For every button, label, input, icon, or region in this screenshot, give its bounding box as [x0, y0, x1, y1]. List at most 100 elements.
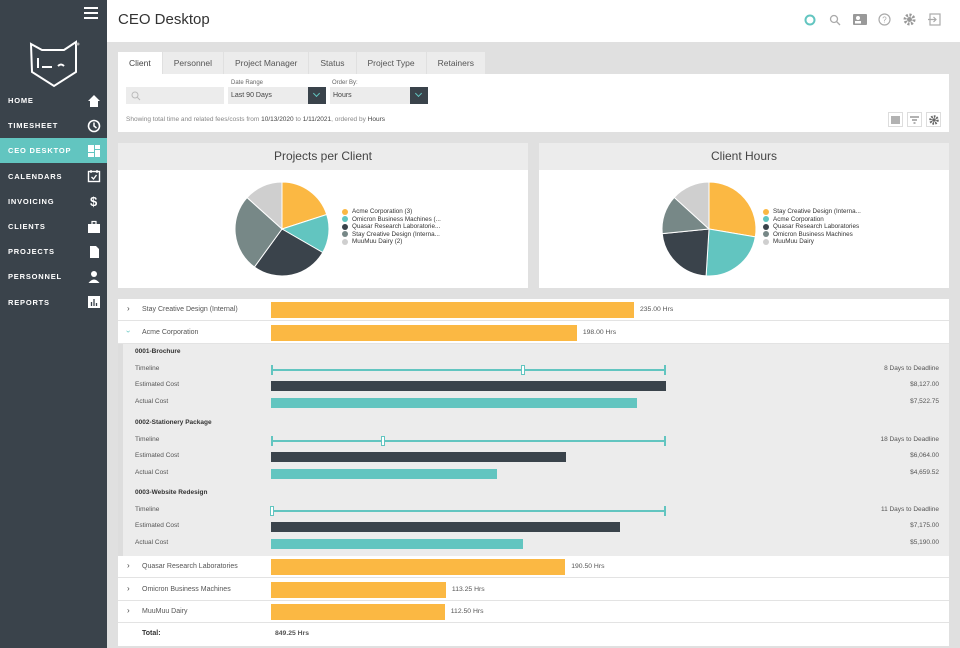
home-icon [87, 94, 101, 108]
pie-slice[interactable] [662, 229, 709, 276]
search-icon[interactable] [827, 12, 842, 27]
order-by-label: Order By: [332, 80, 358, 86]
tab-project-manager[interactable]: Project Manager [224, 52, 308, 74]
sidebar-item-reports[interactable]: REPORTS [0, 290, 107, 315]
actual-cost-value: $4,659.52 [910, 469, 939, 476]
legend-label: Omicron Business Machines [773, 231, 853, 239]
expand-chevron-icon[interactable]: › [127, 304, 130, 313]
sidebar-item-timesheet[interactable]: TIMESHEET [0, 113, 107, 138]
timeline-label: Timeline [135, 436, 159, 443]
dashboard-icon [87, 144, 101, 158]
legend-item[interactable]: MuuMuu Dairy [763, 238, 861, 246]
legend-item[interactable]: Acme Corporation (3) [342, 208, 441, 216]
legend-swatch [763, 216, 769, 222]
contact-card-icon[interactable] [852, 12, 867, 27]
expand-chevron-icon[interactable]: › [127, 584, 130, 593]
tab-status[interactable]: Status [309, 52, 355, 74]
legend-label: Stay Creative Design (Interna... [352, 231, 440, 239]
legend-item[interactable]: Stay Creative Design (Interna... [342, 231, 441, 239]
project-timeline [271, 369, 666, 371]
estimated-cost-bar [271, 452, 566, 462]
legend-swatch [342, 239, 348, 245]
client-name[interactable]: Stay Creative Design (Internal) [142, 306, 238, 313]
bar-chart-icon [87, 295, 101, 309]
order-by-select[interactable]: Hours [330, 87, 428, 104]
chart-title: Client Hours [539, 143, 949, 170]
search-input[interactable] [126, 87, 224, 104]
client-row[interactable]: › Stay Creative Design (Internal) 235.00 H… [118, 299, 949, 321]
sidebar-item-label: CLIENTS [8, 222, 46, 231]
filter-button[interactable] [907, 112, 922, 127]
sidebar-item-label: PROJECTS [8, 247, 55, 256]
pie-slice[interactable] [709, 182, 756, 237]
hours-value: 235.00 Hrs [640, 306, 673, 313]
sidebar-item-invoicing[interactable]: INVOICING$ [0, 189, 107, 214]
hamburger-menu-icon[interactable] [84, 7, 98, 19]
logout-icon[interactable] [927, 12, 942, 27]
settings-gear-icon[interactable] [902, 12, 917, 27]
svg-text:?: ? [882, 16, 887, 25]
sidebar-item-personnel[interactable]: PERSONNEL [0, 264, 107, 289]
pie-slice[interactable] [706, 229, 755, 276]
expand-chevron-icon[interactable]: › [127, 606, 130, 615]
hours-bar [271, 604, 445, 620]
tab-personnel[interactable]: Personnel [163, 52, 223, 74]
client-row[interactable]: ›Quasar Research Laboratories190.50 Hrs [118, 556, 949, 578]
tab-project-type[interactable]: Project Type [357, 52, 426, 74]
sidebar-item-calendars[interactable]: CALENDARS [0, 164, 107, 189]
page-title: CEO Desktop [118, 11, 210, 28]
gear-icon [929, 115, 939, 125]
legend-swatch [342, 209, 348, 215]
estimated-cost-value: $7,175.00 [910, 522, 939, 529]
date-range-value: Last 90 Days [231, 92, 272, 99]
actual-cost-value: $5,190.00 [910, 539, 939, 546]
chevron-down-icon[interactable] [410, 87, 428, 104]
sidebar-item-clients[interactable]: CLIENTS [0, 214, 107, 239]
legend-item[interactable]: Quasar Research Laboratories [763, 223, 861, 231]
header: CEO Desktop ? [107, 0, 960, 42]
tab-client[interactable]: Client [118, 52, 162, 74]
legend-item[interactable]: Stay Creative Design (Interna... [763, 208, 861, 216]
help-icon[interactable]: ? [877, 12, 892, 27]
sidebar-item-home[interactable]: HOME [0, 88, 107, 113]
tab-retainers[interactable]: Retainers [427, 52, 485, 74]
legend-item[interactable]: Acme Corporation [763, 216, 861, 224]
client-name[interactable]: Acme Corporation [142, 329, 198, 336]
legend-label: MuuMuu Dairy (2) [352, 238, 402, 246]
legend-item[interactable]: Omicron Business Machines (... [342, 216, 441, 224]
timeline-marker[interactable] [381, 436, 385, 446]
tab-bar: ClientPersonnelProject ManagerStatusProj… [118, 52, 949, 74]
client-name[interactable]: Quasar Research Laboratories [142, 563, 238, 570]
client-hours-card: Client Hours Stay Creative Design (Inter… [539, 143, 949, 288]
legend-item[interactable]: Omicron Business Machines [763, 231, 861, 239]
client-name[interactable]: MuuMuu Dairy [142, 608, 188, 615]
legend-item[interactable]: Quasar Research Laboratorie... [342, 223, 441, 231]
legend-label: Acme Corporation (3) [352, 208, 412, 216]
legend-swatch [763, 231, 769, 237]
legend-item[interactable]: MuuMuu Dairy (2) [342, 238, 441, 246]
actual-cost-value: $7,522.75 [910, 398, 939, 405]
expand-chevron-icon[interactable]: › [127, 561, 130, 570]
expand-chevron-icon[interactable]: › [124, 330, 133, 333]
sidebar-item-projects[interactable]: PROJECTS [0, 239, 107, 264]
client-name[interactable]: Omicron Business Machines [142, 586, 231, 593]
filter-icon [910, 116, 919, 124]
date-range-select[interactable]: Last 90 Days [228, 87, 326, 104]
client-row[interactable]: ›Acme Corporation198.00 Hrs [118, 321, 949, 344]
timeline-marker[interactable] [521, 365, 525, 375]
projects-per-client-pie [118, 170, 528, 288]
svg-text:$: $ [90, 194, 98, 208]
legend-swatch [342, 216, 348, 222]
total-value: 849.25 Hrs [275, 630, 309, 637]
client-row[interactable]: ›Omicron Business Machines113.25 Hrs [118, 578, 949, 601]
client-row[interactable]: › MuuMuu Dairy 112.50 Hrs [118, 601, 949, 623]
sidebar-item-ceo-desktop[interactable]: CEO DESKTOP [0, 138, 107, 163]
settings-button[interactable] [926, 112, 941, 127]
timeline-marker[interactable] [270, 506, 274, 516]
search-icon [131, 91, 141, 101]
chevron-down-icon[interactable] [308, 87, 326, 104]
estimated-cost-value: $8,127.00 [910, 381, 939, 388]
hours-value: 112.50 Hrs [451, 608, 484, 615]
dollar-icon: $ [87, 194, 101, 208]
list-view-button[interactable] [888, 112, 903, 127]
